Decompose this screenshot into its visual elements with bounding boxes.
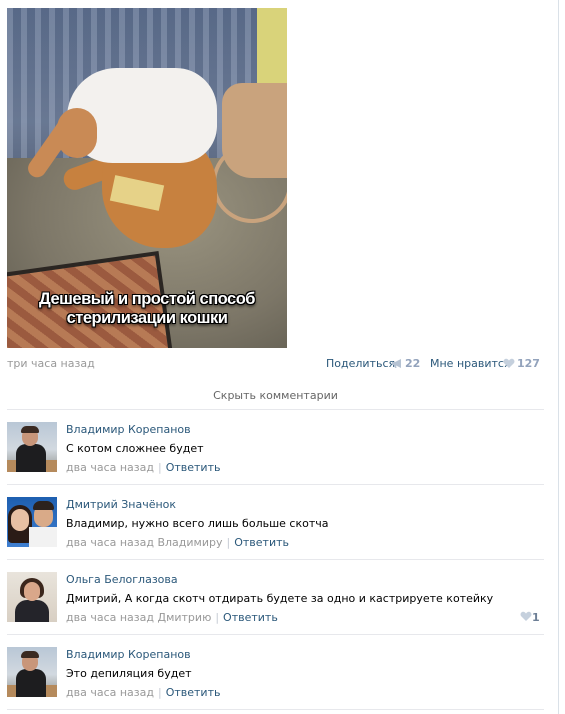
- reply-button[interactable]: Ответить: [166, 686, 221, 699]
- avatar[interactable]: [7, 497, 57, 547]
- reply-button[interactable]: Ответить: [234, 536, 289, 549]
- comment-item: Владимир Корепанов Это депиляция будет д…: [0, 635, 558, 710]
- comment-item: Ольга Белоглазова Дмитрий, А когда скотч…: [0, 560, 558, 635]
- comment-time[interactable]: два часа назад: [66, 611, 154, 624]
- reply-to-link[interactable]: Дмитрию: [157, 611, 211, 624]
- avatar[interactable]: [7, 647, 57, 697]
- like-button[interactable]: Мне нравится: [430, 357, 511, 370]
- photo-caption: Дешевый и простой способ стерилизации ко…: [7, 290, 287, 328]
- comment-time[interactable]: два часа назад: [66, 536, 154, 549]
- share-count: 22: [405, 357, 421, 370]
- comment-text: Дмитрий, А когда скотч отдирать будете з…: [66, 592, 494, 605]
- white-cat-patch: [57, 108, 97, 158]
- comment-meta: два часа назад | Ответить: [66, 686, 221, 699]
- comment-author[interactable]: Ольга Белоглазова: [66, 573, 178, 586]
- feed-right-border: [558, 0, 559, 714]
- comment-time[interactable]: два часа назад: [66, 686, 154, 699]
- comment-item: Владимир Корепанов С котом сложнее будет…: [0, 410, 558, 485]
- comment-author[interactable]: Владимир Корепанов: [66, 423, 191, 436]
- hide-comments-link[interactable]: Скрыть комментарии: [7, 389, 544, 402]
- comment-author[interactable]: Дмитрий Значёнок: [66, 498, 176, 511]
- comment-meta: два часа назад Владимиру | Ответить: [66, 536, 289, 549]
- megaphone-icon[interactable]: [391, 358, 403, 369]
- comment-text: С котом сложнее будет: [66, 442, 204, 455]
- comment-text: Это депиляция будет: [66, 667, 192, 680]
- heart-icon[interactable]: [520, 611, 532, 622]
- comment-meta: два часа назад Дмитрию | Ответить: [66, 611, 278, 624]
- share-button[interactable]: Поделиться: [326, 357, 395, 370]
- comment-author[interactable]: Владимир Корепанов: [66, 648, 191, 661]
- post-photo[interactable]: Дешевый и простой способ стерилизации ко…: [7, 8, 287, 348]
- reply-button[interactable]: Ответить: [223, 611, 278, 624]
- reply-to-link[interactable]: Владимиру: [157, 536, 222, 549]
- comment-meta: два часа назад | Ответить: [66, 461, 221, 474]
- reply-button[interactable]: Ответить: [166, 461, 221, 474]
- avatar[interactable]: [7, 572, 57, 622]
- comment-item: Дмитрий Значёнок Владимир, нужно всего л…: [0, 485, 558, 560]
- comment-text: Владимир, нужно всего лишь больше скотча: [66, 517, 329, 530]
- like-count: 127: [517, 357, 540, 370]
- comments-divider: [7, 709, 544, 710]
- avatar[interactable]: [7, 422, 57, 472]
- comment-like-count: 1: [532, 611, 540, 624]
- photo-bag-strap: [212, 143, 287, 223]
- heart-icon[interactable]: [503, 358, 515, 369]
- comment-time[interactable]: два часа назад: [66, 461, 154, 474]
- photo-caption-line1: Дешевый и простой способ: [39, 290, 255, 308]
- photo-caption-line2: стерилизации кошки: [66, 309, 228, 327]
- post-time[interactable]: три часа назад: [7, 357, 95, 370]
